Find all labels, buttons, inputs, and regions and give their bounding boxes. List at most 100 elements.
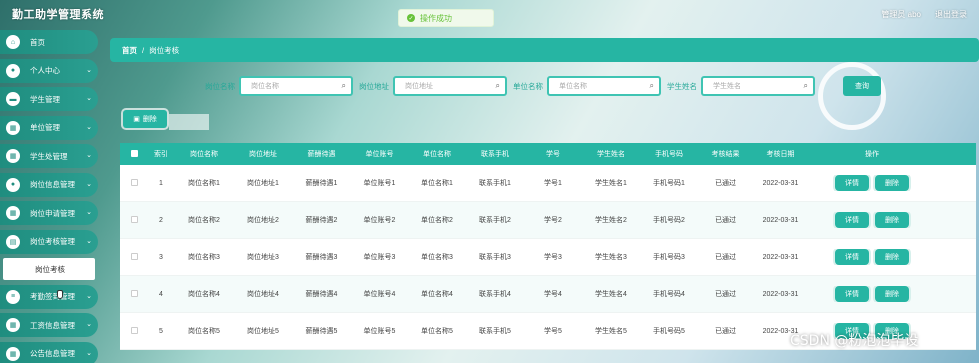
sidebar-item[interactable]: ⌂ 首页 — [0, 30, 98, 54]
column-header: 手机号码 — [655, 151, 683, 158]
decorative-circle — [818, 62, 886, 130]
grid-icon: ▦ — [6, 120, 20, 135]
detail-button[interactable]: 详情 — [835, 286, 869, 302]
row-checkbox[interactable] — [130, 178, 138, 186]
table-cell: 学生姓名4 — [595, 291, 627, 298]
delete-icon: ▣ — [133, 116, 140, 123]
table-cell: 联系手机5 — [479, 328, 511, 335]
chevron-down-icon: ⌄ — [86, 209, 92, 216]
table-cell: 岗位名称3 — [188, 254, 220, 261]
table-cell: 单位名称1 — [421, 180, 453, 187]
sidebar-item[interactable]: ≡ 考勤签到管理 ⌄ — [0, 284, 98, 309]
table-cell: 手机号码5 — [653, 328, 685, 335]
row-checkbox[interactable] — [130, 326, 138, 334]
column-header: 索引 — [154, 151, 168, 158]
search-icon: ⌕ — [495, 81, 500, 90]
table-cell: 4 — [159, 290, 163, 298]
search-input[interactable]: 岗位名称 ⌕ — [239, 76, 353, 96]
column-header: 考核日期 — [766, 151, 795, 158]
table-cell: 单位名称5 — [421, 328, 453, 335]
row-select-cell — [120, 252, 148, 262]
column-header: 单位账号 — [365, 151, 394, 158]
toolbar-ghost — [169, 114, 209, 130]
table-cell: 单位账号3 — [363, 254, 396, 261]
sidebar-item[interactable]: ▦ 学生处管理 ⌄ — [0, 144, 98, 168]
watermark: CSDN @粉泡泡毕设 — [790, 333, 919, 349]
table-cell: 单位账号2 — [363, 217, 396, 224]
row-checkbox[interactable] — [130, 289, 138, 297]
success-toast: ✓ 操作成功 — [398, 9, 494, 27]
delete-button[interactable]: 删除 — [875, 212, 909, 228]
row-actions: 详情 删除 — [808, 249, 936, 265]
sidebar-item-label: 公告信息管理 — [30, 349, 75, 358]
batch-delete-button[interactable]: ▣ 删除 — [123, 110, 167, 128]
row-checkbox[interactable] — [130, 252, 138, 260]
data-table: 索引 岗位名称 岗位地址 薪酬待遇 单位账号 单位名称 联系手机 学号 学生姓名 手机号码 考核结果… — [120, 143, 976, 350]
row-checkbox[interactable] — [130, 215, 138, 223]
user-icon: ● — [6, 63, 20, 78]
query-button[interactable]: 查询 — [843, 76, 881, 96]
column-header: 薪酬待遇 — [307, 151, 336, 158]
sidebar-item[interactable]: ● 个人中心 ⌄ — [0, 58, 98, 83]
sidebar: ⌂ 首页 ● 个人中心 ⌄ ▬ 学生管理 ⌄ ▦ 单位管理 ⌄ ▦ 学生处管理 ⌄ ● 岗位信息管理 ⌄ ▦ 岗位申… — [0, 30, 100, 363]
table-cell: 岗位名称4 — [188, 291, 220, 298]
sidebar-item[interactable]: ▦ 岗位申请管理 ⌄ — [0, 201, 98, 225]
chevron-down-icon: ⌄ — [86, 180, 92, 188]
detail-button[interactable]: 详情 — [835, 175, 869, 191]
table-cell: 已通过 — [715, 217, 736, 224]
column-header: 岗位名称 — [190, 151, 218, 158]
logout-link[interactable]: 退出登录 — [935, 9, 967, 20]
detail-button[interactable]: 详情 — [835, 249, 869, 265]
table-cell: 2022-03-31 — [762, 253, 799, 261]
sidebar-item[interactable]: ▦ 工资信息管理 ⌄ — [0, 313, 98, 337]
chevron-down-icon: ⌄ — [86, 66, 92, 74]
breadcrumb-separator: / — [142, 45, 145, 55]
menu-icon: ≡ — [6, 289, 20, 304]
column-header: 学号 — [546, 151, 560, 158]
home-icon: ⌂ — [6, 35, 20, 49]
row-actions: 详情 删除 — [808, 212, 936, 228]
select-all-checkbox[interactable] — [130, 149, 138, 157]
sidebar-subitem-active[interactable]: 岗位考核 — [3, 258, 95, 280]
delete-button[interactable]: 删除 — [875, 249, 909, 265]
table-cell: 2022-03-31 — [762, 179, 799, 187]
table-cell: 学生姓名2 — [595, 217, 627, 224]
column-header: 岗位地址 — [249, 151, 277, 158]
search-input[interactable]: 学生姓名 ⌕ — [701, 76, 815, 96]
mouse-cursor-icon — [57, 290, 63, 299]
sidebar-item-label: 个人中心 — [30, 66, 60, 75]
table-cell: 薪酬待遇3 — [305, 254, 338, 261]
table-cell: 单位账号1 — [363, 180, 396, 187]
sidebar-item[interactable]: ▬ 学生管理 ⌄ — [0, 87, 98, 111]
table-cell: 1 — [159, 179, 163, 187]
table-cell: 学号2 — [544, 217, 562, 224]
detail-button[interactable]: 详情 — [835, 212, 869, 228]
column-header: 学生姓名 — [597, 151, 625, 158]
sidebar-item[interactable]: ▤ 岗位考核管理 ⌄ — [0, 229, 98, 254]
table-cell: 薪酬待遇4 — [305, 291, 338, 298]
breadcrumb-home[interactable]: 首页 — [122, 45, 137, 56]
delete-button[interactable]: 删除 — [875, 286, 909, 302]
row-actions: 详情 删除 — [808, 286, 936, 302]
student-icon: ▬ — [6, 92, 20, 106]
sidebar-item[interactable]: ● 岗位信息管理 ⌄ — [0, 172, 98, 197]
delete-button[interactable]: 删除 — [875, 175, 909, 191]
grid-icon: ▦ — [6, 346, 20, 361]
search-placeholder: 学生姓名 — [713, 83, 741, 90]
batch-delete-label: 删除 — [142, 116, 157, 123]
search-placeholder: 岗位名称 — [251, 83, 279, 90]
search-input[interactable]: 单位名称 ⌕ — [547, 76, 661, 96]
table-cell: 岗位名称1 — [188, 180, 220, 187]
search-input[interactable]: 岗位地址 ⌕ — [393, 76, 507, 96]
table-cell: 2022-03-31 — [762, 290, 799, 298]
table-row: 2 岗位名称2 岗位地址2 薪酬待遇2 单位账号2 单位名称2 联系手机2 学号2 学生姓名2 手… — [120, 202, 976, 239]
column-header: 考核结果 — [711, 151, 740, 158]
sidebar-item[interactable]: ▦ 单位管理 ⌄ — [0, 115, 98, 140]
table-row: 3 岗位名称3 岗位地址3 薪酬待遇3 单位账号3 单位名称3 联系手机3 学号3 学生姓名3 手… — [120, 239, 976, 276]
top-right: 管理员 abo 退出登录 — [881, 9, 967, 20]
chevron-down-icon: ⌄ — [86, 152, 92, 159]
table-cell: 已通过 — [715, 254, 736, 261]
table-cell: 岗位地址4 — [247, 291, 279, 298]
check-circle-icon: ✓ — [407, 14, 415, 22]
sidebar-item[interactable]: ▦ 公告信息管理 ⌄ — [0, 341, 98, 363]
